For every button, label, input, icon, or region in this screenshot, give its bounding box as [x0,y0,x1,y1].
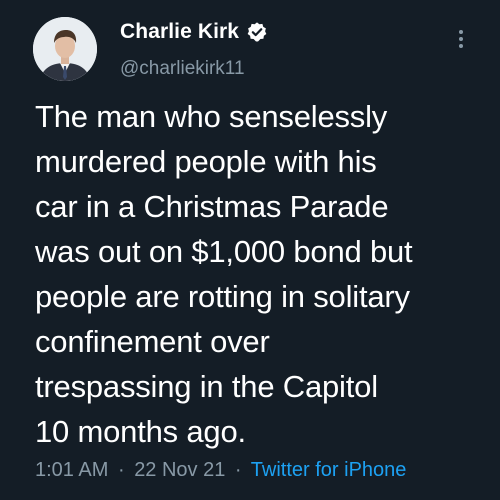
name-row: Charlie Kirk [120,20,268,44]
tweet-text: The man who senselessly murdered people … [35,99,413,449]
user-handle[interactable]: @charliekirk11 [120,58,245,80]
tweet-card: Charlie Kirk @charliekirk11 The man who … [0,0,500,500]
display-name[interactable]: Charlie Kirk [120,20,239,44]
tweet-meta: 1:01 AM · 22 Nov 21 · Twitter for iPhone [35,459,406,482]
verified-badge-icon [247,22,267,42]
meta-separator: · [117,459,125,481]
more-vertical-icon[interactable] [458,30,464,50]
avatar-image [33,17,97,81]
meta-separator: · [234,459,242,481]
tweet-source-link[interactable]: Twitter for iPhone [251,459,407,481]
tweet-date[interactable]: 22 Nov 21 [134,459,225,481]
tweet-time[interactable]: 1:01 AM [35,459,108,481]
avatar[interactable] [33,17,97,81]
